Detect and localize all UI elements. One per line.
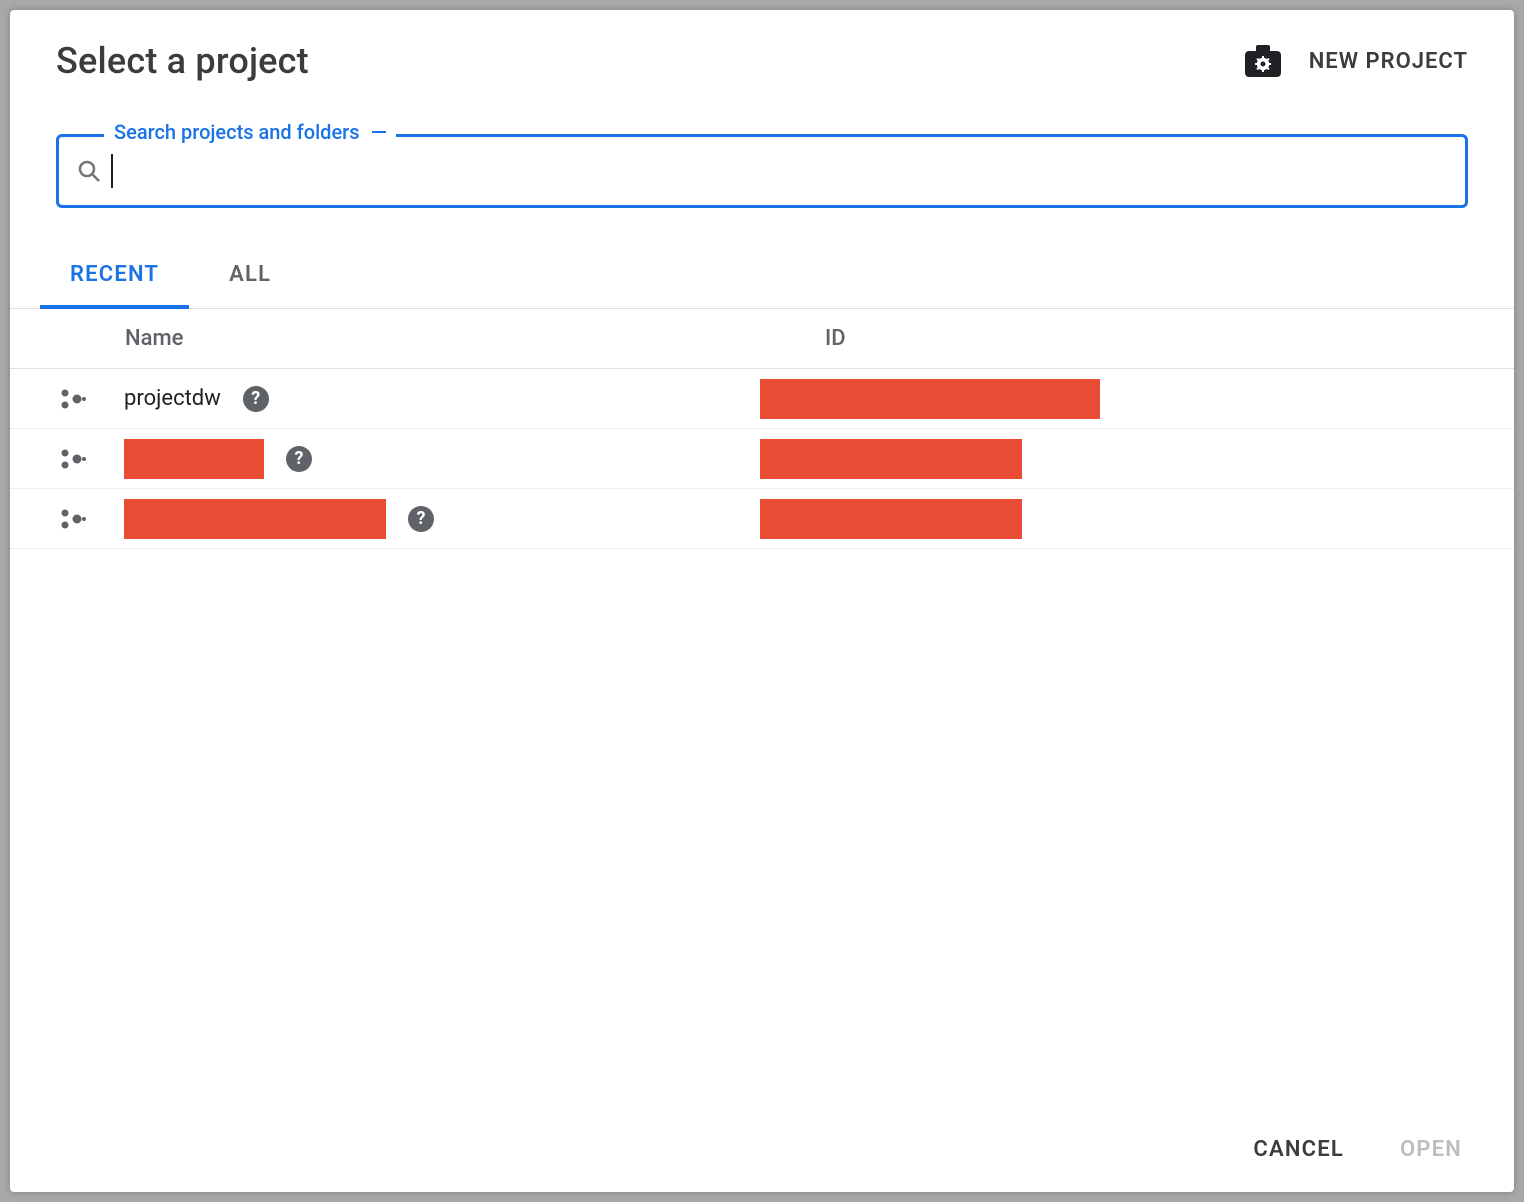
search-field-wrapper: Search projects and folders [56,134,1468,208]
cancel-button[interactable]: CANCEL [1253,1137,1344,1162]
tab-all[interactable]: ALL [199,248,301,308]
new-project-button[interactable]: NEW PROJECT [1309,49,1468,74]
search-box[interactable] [56,134,1468,208]
dialog-title: Select a project [56,40,1245,82]
help-icon[interactable]: ? [243,386,269,412]
col-header-name: Name [125,326,825,351]
open-button[interactable]: OPEN [1400,1137,1462,1162]
redacted-name [124,499,386,539]
dialog-header: Select a project [10,10,1514,92]
select-project-dialog: Select a project [10,10,1514,1192]
search-icon [77,159,101,183]
table-row[interactable]: ? [10,489,1514,549]
redacted-id [760,439,1022,479]
table-header: Name ID [10,309,1514,369]
col-header-id: ID [825,326,1494,351]
project-icon [60,448,94,470]
help-icon[interactable]: ? [286,446,312,472]
search-label: Search projects and folders [104,120,396,144]
briefcase-gear-icon[interactable] [1245,45,1281,77]
tabs-bar: RECENT ALL [10,248,1514,309]
redacted-id [760,379,1100,419]
table-row[interactable]: projectdw ? [10,369,1514,429]
tab-recent[interactable]: RECENT [40,248,189,309]
modal-backdrop: Select a project [0,0,1524,1202]
project-name: projectdw [124,386,221,411]
search-input[interactable] [113,157,1447,185]
redacted-name [124,439,264,479]
projects-table: Name ID projectdw ? [10,309,1514,1111]
redacted-id [760,499,1022,539]
dialog-footer: CANCEL OPEN [10,1111,1514,1192]
help-icon[interactable]: ? [408,506,434,532]
table-row[interactable]: ? [10,429,1514,489]
project-icon [60,508,94,530]
header-actions: NEW PROJECT [1245,45,1468,77]
project-icon [60,388,94,410]
